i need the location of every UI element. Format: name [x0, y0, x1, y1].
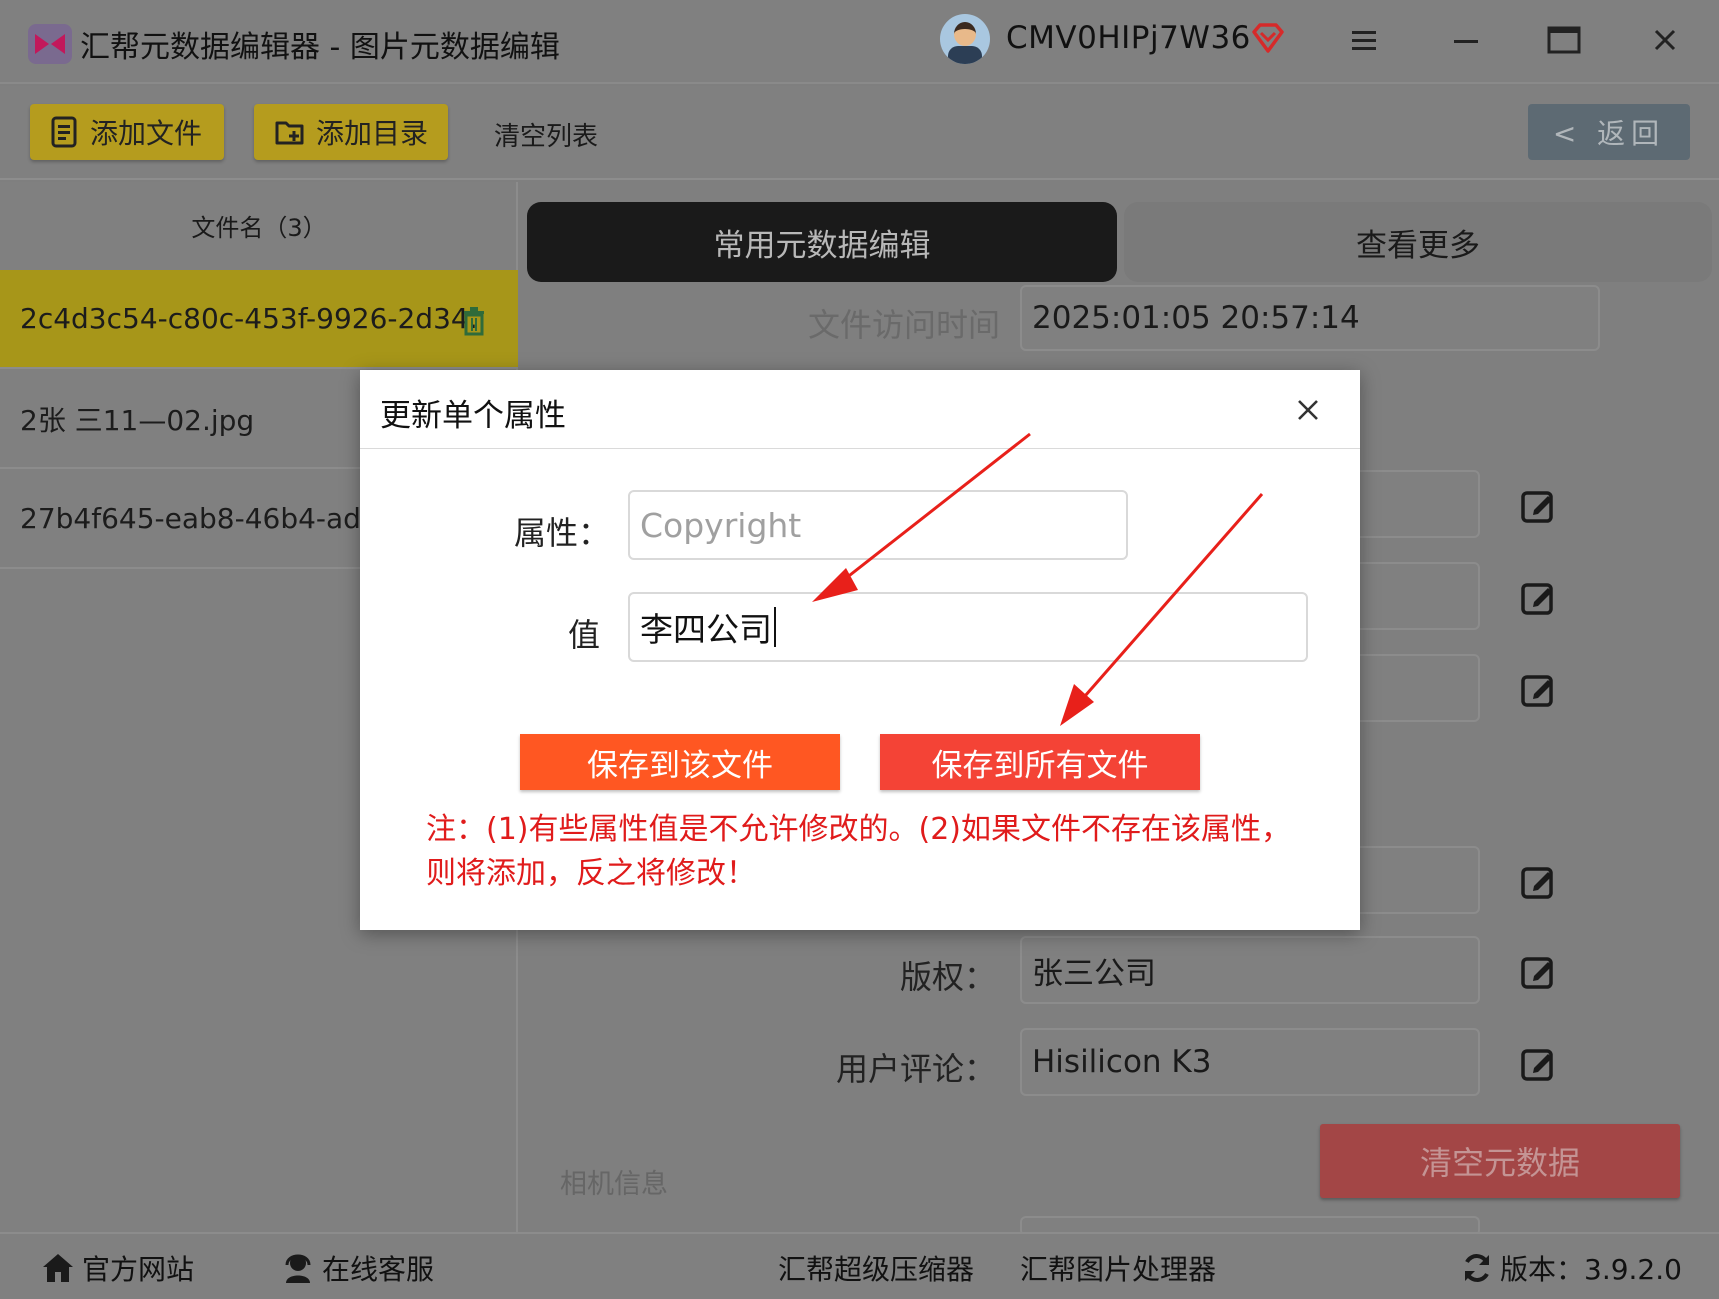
- add-directory-label: 添加目录: [316, 117, 429, 150]
- edit-icon[interactable]: [1518, 952, 1558, 992]
- value-input[interactable]: 李四公司: [628, 592, 1308, 662]
- dialog-header: 更新单个属性: [360, 370, 1360, 449]
- image-processor-link[interactable]: 汇帮图片处理器: [1020, 1248, 1216, 1288]
- access-time-field[interactable]: 2025:01:05 20:57:14: [1020, 285, 1600, 351]
- home-icon: [43, 1254, 73, 1282]
- file-name: 2张 三11—02.jpg: [20, 403, 255, 437]
- edit-icon[interactable]: [1518, 486, 1558, 526]
- edit-icon[interactable]: [1518, 670, 1558, 710]
- menu-icon[interactable]: [1344, 20, 1384, 60]
- version-info[interactable]: 版本：3.9.2.0: [1460, 1248, 1682, 1288]
- camera-info-section-label: 相机信息: [560, 1169, 668, 1200]
- refresh-icon: [1465, 1254, 1489, 1282]
- username[interactable]: CMV0HIPj7W36: [1006, 20, 1251, 56]
- footer: 官方网站 在线客服 汇帮超级压缩器 汇帮图片处理器 版本：3.9.2.0: [0, 1232, 1719, 1299]
- save-to-all-files-button[interactable]: 保存到所有文件: [880, 734, 1200, 790]
- copyright-field[interactable]: 张三公司: [1020, 936, 1480, 1004]
- file-name: 27b4f645-eab8-46b4-ad7: [20, 502, 379, 535]
- online-support-link[interactable]: 在线客服: [280, 1248, 434, 1288]
- value-text: 李四公司: [640, 610, 772, 649]
- edit-icon[interactable]: [1518, 1044, 1558, 1084]
- dialog-title: 更新单个属性: [380, 398, 566, 434]
- minimize-icon[interactable]: [1446, 20, 1486, 60]
- edit-icon[interactable]: [1518, 862, 1558, 902]
- file-name: 2c4d3c54-c80c-453f-9926-2d34..: [20, 302, 487, 335]
- vip-diamond-icon[interactable]: [1250, 20, 1286, 56]
- support-agent-icon: [285, 1254, 311, 1283]
- add-file-label: 添加文件: [90, 117, 203, 150]
- file-list-icon: [51, 116, 77, 148]
- user-comment-label: 用户评论：: [835, 1050, 996, 1088]
- attribute-input[interactable]: Copyright: [628, 490, 1128, 560]
- tab-view-more[interactable]: 查看更多: [1124, 202, 1712, 282]
- close-window-icon[interactable]: [1645, 20, 1685, 60]
- file-list-item[interactable]: 2c4d3c54-c80c-453f-9926-2d34..: [0, 270, 518, 369]
- trash-icon[interactable]: [460, 306, 488, 336]
- toolbar: 添加文件 添加目录 清空列表 < 返回: [0, 86, 1719, 180]
- app-logo-icon: [28, 24, 72, 64]
- save-to-this-file-button[interactable]: 保存到该文件: [520, 734, 840, 790]
- text-caret: [774, 607, 776, 647]
- clear-list-button[interactable]: 清空列表: [494, 116, 598, 153]
- tab-common-metadata[interactable]: 常用元数据编辑: [527, 202, 1117, 282]
- access-time-label: 文件访问时间: [807, 306, 1000, 344]
- clear-metadata-button[interactable]: 清空元数据: [1320, 1124, 1680, 1198]
- edit-icon[interactable]: [1518, 578, 1558, 618]
- attribute-label: 属性：: [513, 514, 610, 552]
- value-label: 值: [567, 616, 600, 654]
- folder-add-icon: [275, 121, 304, 145]
- window-title: 汇帮元数据编辑器 - 图片元数据编辑: [80, 30, 560, 65]
- version-label: 版本：3.9.2.0: [1500, 1253, 1682, 1286]
- compressor-link[interactable]: 汇帮超级压缩器: [778, 1248, 974, 1288]
- maximize-icon[interactable]: [1544, 20, 1584, 60]
- user-comment-field[interactable]: Hisilicon K3: [1020, 1028, 1480, 1096]
- official-website-label: 官方网站: [82, 1253, 195, 1286]
- add-directory-button[interactable]: 添加目录: [254, 104, 448, 160]
- back-button[interactable]: < 返回: [1528, 104, 1690, 160]
- title-bar: 汇帮元数据编辑器 - 图片元数据编辑 CMV0HIPj7W36: [0, 0, 1719, 84]
- file-list-header: 文件名（3）: [191, 214, 327, 242]
- close-icon[interactable]: [1294, 396, 1322, 424]
- official-website-link[interactable]: 官方网站: [40, 1248, 194, 1288]
- dialog-note: 注：(1)有些属性值是不允许修改的。(2)如果文件不存在该属性，则将添加，反之将…: [426, 812, 1291, 891]
- avatar[interactable]: [940, 14, 990, 64]
- copyright-label: 版权：: [899, 958, 996, 996]
- add-file-button[interactable]: 添加文件: [30, 104, 224, 160]
- update-attribute-dialog: 更新单个属性 属性： Copyright 值 李四公司 保存到该文件 保存到所有…: [360, 370, 1360, 930]
- online-support-label: 在线客服: [322, 1253, 435, 1286]
